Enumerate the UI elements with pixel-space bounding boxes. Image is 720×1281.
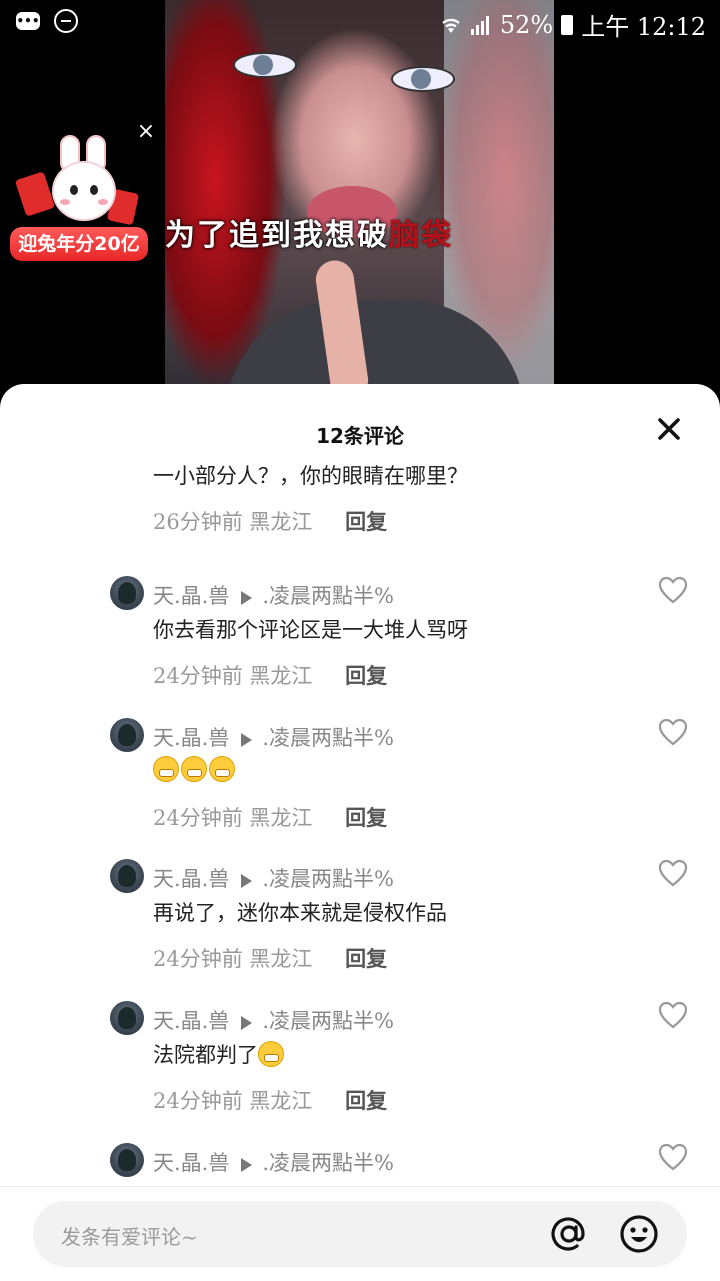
comment-text-content: 法院都判了 — [153, 1043, 258, 1067]
comment-author: 天.晶.兽 .凌晨两點半% — [153, 580, 394, 610]
avatar[interactable] — [110, 859, 144, 893]
reply-button[interactable]: 回复 — [345, 1088, 387, 1113]
reply-to-name[interactable]: .凌晨两點半% — [262, 867, 394, 891]
author-name[interactable]: 天.晶.兽 — [153, 867, 229, 891]
video-subject-eye-right — [391, 66, 455, 92]
author-name[interactable]: 天.晶.兽 — [153, 1151, 229, 1175]
grimace-emoji-icon — [181, 756, 207, 782]
comment-location: 黑龙江 — [249, 947, 313, 971]
reply-arrow-icon — [241, 1015, 253, 1030]
reply-button[interactable]: 回复 — [345, 663, 387, 688]
comment-author: 天.晶.兽 .凌晨两點半% — [153, 1147, 394, 1177]
reply-arrow-icon — [241, 590, 253, 605]
comment-time: 26分钟前 — [153, 510, 243, 534]
heart-icon[interactable] — [658, 576, 688, 604]
rabbit-mascot-icon — [48, 135, 116, 225]
video-caption-white: 为了追到我想破 — [165, 218, 389, 253]
at-mention-icon[interactable] — [548, 1213, 590, 1255]
grimace-emoji-icon — [209, 756, 235, 782]
comment-text — [153, 756, 237, 782]
comment-meta: 24分钟前 黑龙江 回复 — [153, 802, 387, 832]
do-not-disturb-icon — [54, 9, 78, 33]
comment-meta: 24分钟前 黑龙江 回复 — [153, 660, 387, 690]
comment-input[interactable]: 发条有爱评论~ — [33, 1201, 687, 1267]
avatar[interactable] — [110, 1143, 144, 1177]
comment-text: 再说了，迷你本来就是侵权作品 — [153, 901, 447, 925]
status-bar: ••• 52% 上午 12:12 — [0, 0, 720, 44]
reply-button[interactable]: 回复 — [345, 805, 387, 830]
promo-label[interactable]: 迎兔年分20亿 — [10, 227, 148, 261]
comment-time: 24分钟前 — [153, 806, 243, 830]
heart-icon[interactable] — [658, 859, 688, 887]
comment-input-bar: 发条有爱评论~ — [0, 1186, 720, 1281]
comment-input-placeholder: 发条有爱评论~ — [61, 1225, 198, 1249]
comment-meta: 24分钟前 黑龙江 回复 — [153, 943, 387, 973]
comment-text: 一小部分人？，你的眼睛在哪里？ — [153, 464, 468, 488]
comment-author: 天.晶.兽 .凌晨两點半% — [153, 863, 394, 893]
comment-time: 24分钟前 — [153, 947, 243, 971]
author-name[interactable]: 天.晶.兽 — [153, 726, 229, 750]
video-caption: 为了追到我想破脑袋 — [165, 210, 453, 254]
comment-meta: 26分钟前 黑龙江 回复 — [153, 506, 387, 536]
emoji-icon[interactable] — [618, 1213, 660, 1255]
promo-close-icon[interactable]: × — [136, 121, 156, 143]
promo-widget[interactable]: 迎兔年分20亿 — [10, 135, 150, 265]
reply-arrow-icon — [241, 732, 253, 747]
comment-location: 黑龙江 — [249, 510, 313, 534]
reply-to-name[interactable]: .凌晨两點半% — [262, 1151, 394, 1175]
comment-sheet: 12条评论 一小部分人？，你的眼睛在哪里？ 26分钟前 黑龙江 回复 天.晶.兽… — [0, 384, 720, 1280]
comment-text: 法院都判了 — [153, 1039, 286, 1069]
video-subject-eye-left — [233, 52, 297, 78]
sheet-header: 12条评论 — [0, 384, 720, 474]
grimace-emoji-icon — [258, 1041, 284, 1067]
reply-button[interactable]: 回复 — [345, 946, 387, 971]
heart-icon[interactable] — [658, 718, 688, 746]
battery-icon — [561, 14, 574, 35]
signal-icon — [470, 15, 489, 35]
comment-count-title: 12条评论 — [316, 424, 404, 448]
grimace-emoji-icon — [153, 756, 179, 782]
comment-list[interactable]: 一小部分人？，你的眼睛在哪里？ 26分钟前 黑龙江 回复 天.晶.兽 .凌晨两點半… — [0, 464, 720, 1184]
comment-meta: 24分钟前 黑龙江 回复 — [153, 1085, 387, 1115]
reply-arrow-icon — [241, 873, 253, 888]
comment-author: 天.晶.兽 .凌晨两點半% — [153, 1005, 394, 1035]
comment-time: 24分钟前 — [153, 1089, 243, 1113]
reply-button[interactable]: 回复 — [345, 509, 387, 534]
heart-icon[interactable] — [658, 1001, 688, 1029]
author-name[interactable]: 天.晶.兽 — [153, 584, 229, 608]
comment-time: 24分钟前 — [153, 664, 243, 688]
heart-icon[interactable] — [658, 1143, 688, 1171]
close-icon[interactable] — [654, 414, 684, 444]
comment-location: 黑龙江 — [249, 806, 313, 830]
reply-to-name[interactable]: .凌晨两點半% — [262, 1009, 394, 1033]
clock: 上午 12:12 — [581, 13, 706, 41]
message-icon: ••• — [16, 12, 40, 30]
avatar[interactable] — [110, 576, 144, 610]
author-name[interactable]: 天.晶.兽 — [153, 1009, 229, 1033]
wifi-icon — [442, 18, 460, 33]
battery-percent: 52% — [499, 10, 554, 39]
avatar[interactable] — [110, 718, 144, 752]
video-frame[interactable]: 为了追到我想破脑袋 — [165, 0, 554, 400]
reply-to-name[interactable]: .凌晨两點半% — [262, 584, 394, 608]
avatar[interactable] — [110, 1001, 144, 1035]
video-caption-red: 脑袋 — [389, 218, 453, 253]
reply-arrow-icon — [241, 1157, 253, 1172]
reply-to-name[interactable]: .凌晨两點半% — [262, 726, 394, 750]
comment-location: 黑龙江 — [249, 664, 313, 688]
comment-location: 黑龙江 — [249, 1089, 313, 1113]
comment-text: 你去看那个评论区是一大堆人骂呀 — [153, 618, 468, 642]
comment-author: 天.晶.兽 .凌晨两點半% — [153, 722, 394, 752]
